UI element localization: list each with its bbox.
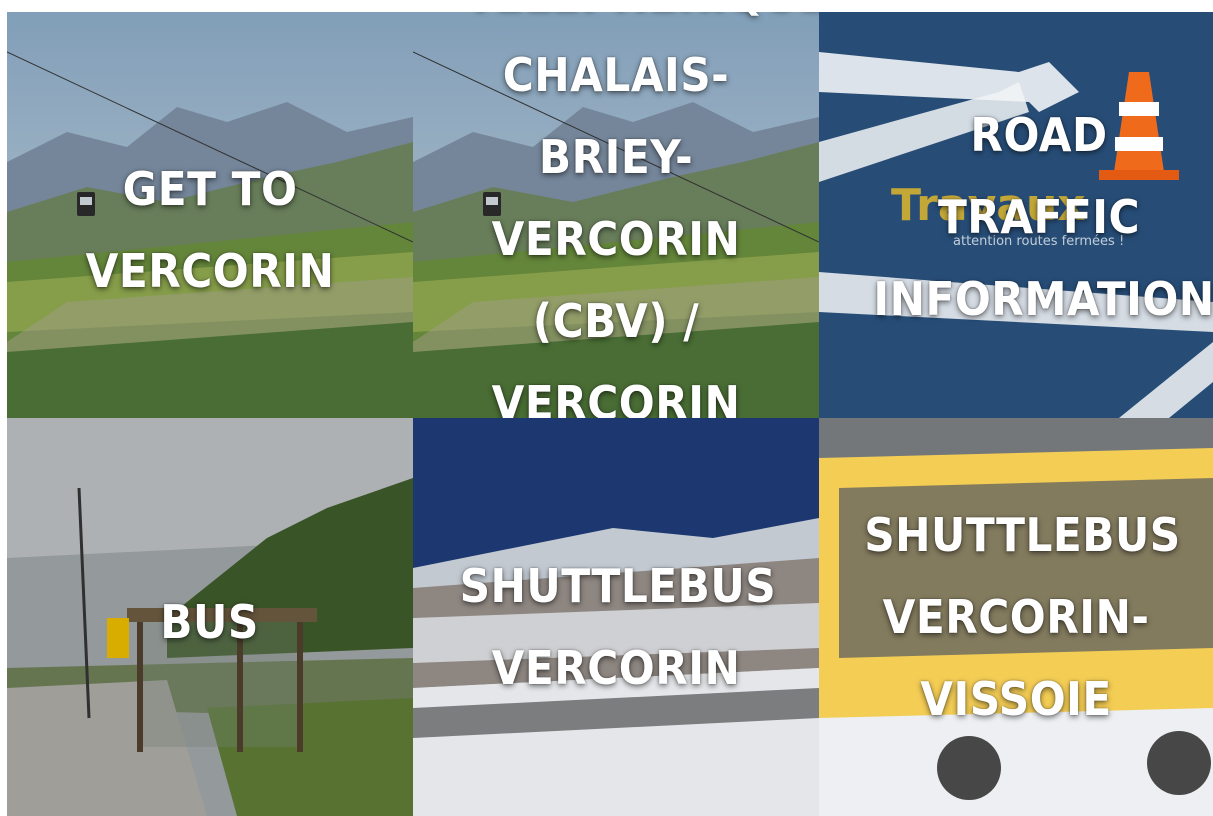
top-edge — [0, 0, 1213, 12]
tile-shuttlebus-vercorin[interactable]: Shuttlebus Vercorin — [413, 418, 819, 816]
tile-road-traffic-information[interactable]: Travaux attention routes fermées ! Road … — [819, 12, 1213, 418]
tile-get-to-vercorin[interactable]: Get to Vercorin — [7, 12, 413, 418]
tile-title: Get to Vercorin — [85, 162, 335, 298]
tile-bus[interactable]: Bus — [7, 418, 413, 816]
tile-title: Road traffic information — [873, 108, 1213, 326]
tile-title: Shuttlebus Vercorin-Vissoie — [864, 508, 1181, 726]
tile-title: Bus — [160, 595, 260, 649]
tile-title: Shuttlebus Vercorin — [459, 559, 777, 695]
tile-shuttlebus-vercorin-vissoie[interactable]: Shuttlebus Vercorin-Vissoie — [819, 418, 1213, 816]
transport-tiles-grid: Get to Vercorin Téléphérique Chalais-Bri… — [7, 12, 1213, 816]
tile-telepherique-cbv[interactable]: Téléphérique Chalais-Briey-Vercorin (CBV… — [413, 12, 819, 418]
tile-title: Téléphérique Chalais-Briey-Vercorin (CBV… — [466, 12, 819, 418]
